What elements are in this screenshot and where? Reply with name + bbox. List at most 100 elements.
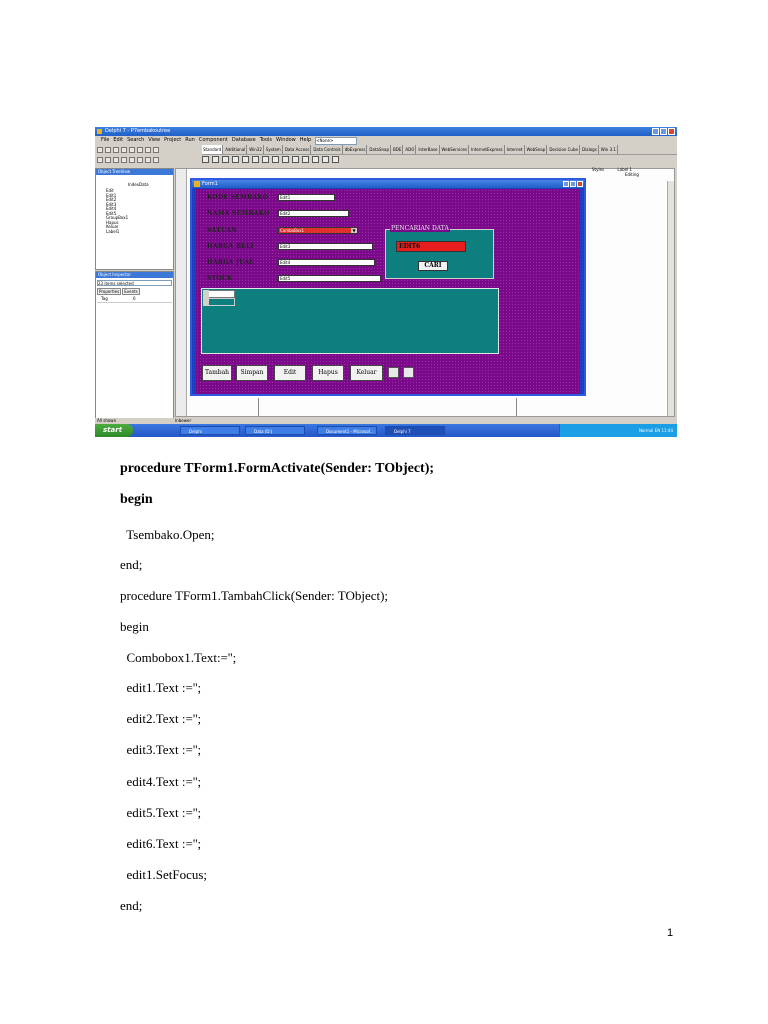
palette-tab[interactable]: DataSnap [368,145,392,154]
palette-tab[interactable]: InterBase [417,145,440,154]
save-all-icon[interactable] [121,147,127,153]
palette-tab[interactable]: WebSnap [526,145,548,154]
tab-properties[interactable]: Properties [97,288,122,295]
edit4-field[interactable]: Edit4 [278,259,375,266]
edit2-field[interactable]: Edit2 [278,210,349,217]
palette-tab[interactable]: WebServices [441,145,470,154]
tab-events[interactable]: Events [122,288,140,295]
trace-into-icon[interactable] [145,157,151,163]
edit6-field[interactable]: EDIT6 [396,241,466,252]
open-project-icon[interactable] [129,147,135,153]
bottom-tab[interactable]: Inbewer [175,418,191,423]
palette-tab[interactable]: Standard [202,145,224,154]
palette-tab[interactable]: BDE [392,145,404,154]
run-icon[interactable] [129,157,135,163]
taskbar-item[interactable]: Delphi [180,426,240,435]
form-maximize-button[interactable] [570,181,576,187]
palette-tab[interactable]: Data Controls [312,145,343,154]
button-icon[interactable] [272,156,279,163]
vertical-scrollbar[interactable] [667,181,674,421]
menu-window[interactable]: Window [276,136,296,145]
palette-tab[interactable]: Additional [224,145,248,154]
new-form-icon[interactable] [121,157,127,163]
maximize-button[interactable] [660,128,667,135]
palette-tab[interactable]: Win32 [248,145,264,154]
scrollbar-icon[interactable] [322,156,329,163]
listbox-icon[interactable] [302,156,309,163]
hapus-button[interactable]: Hapus [312,365,344,381]
help-icon[interactable] [153,147,159,153]
label-satuan: SATUAN [207,227,238,234]
open-icon[interactable] [105,147,111,153]
chevron-down-icon[interactable]: ▼ [351,228,357,233]
simpan-button[interactable]: Simpan [236,365,268,381]
close-button[interactable] [668,128,675,135]
palette-tab[interactable]: InternetExpress [470,145,505,154]
memo-icon[interactable] [262,156,269,163]
palette-tab[interactable]: Decision Cube [548,145,580,154]
popupmenu-icon[interactable] [232,156,239,163]
radiobutton-icon[interactable] [292,156,299,163]
palette-tab[interactable]: Internet [506,145,525,154]
menu-component[interactable]: Component [199,136,228,145]
tree-item[interactable]: Label1 [106,229,128,235]
palette-tab[interactable]: ADO [404,145,417,154]
table-component-icon[interactable] [388,367,399,378]
cari-button[interactable]: CARI [418,261,448,271]
datasource-component-icon[interactable] [403,367,414,378]
view-form-icon[interactable] [105,157,111,163]
palette-tab[interactable]: Win 3.1 [600,145,618,154]
form-close-button[interactable] [577,181,583,187]
edit1-field[interactable]: Edit1 [278,194,335,201]
taskbar-item[interactable]: Data (D:) [245,426,305,435]
menu-view[interactable]: View [148,136,160,145]
new-icon[interactable] [97,147,103,153]
taskbar-item[interactable]: Document1 - Microsof... [317,426,377,435]
styles-dropdown[interactable]: Styles [592,167,604,172]
property-value[interactable]: 0 [133,296,136,301]
edit-button[interactable]: Edit [274,365,306,381]
remove-file-icon[interactable] [145,147,151,153]
menu-run[interactable]: Run [185,136,195,145]
menu-edit[interactable]: Edit [113,136,123,145]
combobox1[interactable]: ComboBox1 ▼ [278,227,358,234]
menu-help[interactable]: Help [300,136,311,145]
palette-tab[interactable]: Dialogs [581,145,599,154]
form-minimize-button[interactable] [563,181,569,187]
palette-tab[interactable]: Data Access [284,145,312,154]
add-file-icon[interactable] [137,147,143,153]
step-over-icon[interactable] [153,157,159,163]
label-icon[interactable] [242,156,249,163]
start-button[interactable]: start [95,424,133,437]
edit3-field[interactable]: Edit3 [278,243,373,250]
toggle-icon[interactable] [113,157,119,163]
component-palette [202,155,339,165]
menu-tools[interactable]: Tools [260,136,272,145]
minimize-button[interactable] [652,128,659,135]
desktop-combo[interactable]: <None> [315,137,358,145]
tree-root[interactable]: IndexData [128,182,149,187]
menu-search[interactable]: Search [127,136,144,145]
property-row[interactable]: Tag 0 [97,296,172,303]
groupbox-icon[interactable] [332,156,339,163]
menu-database[interactable]: Database [232,136,256,145]
tambah-button[interactable]: Tambah [202,365,232,381]
menu-file[interactable]: File [101,136,109,145]
pointer-icon[interactable] [202,156,209,163]
taskbar-item[interactable]: Delphi 7 [385,426,445,435]
edit-icon[interactable] [252,156,259,163]
inspector-selection-combo[interactable]: 23 items selected [97,280,172,286]
checkbox-icon[interactable] [282,156,289,163]
save-icon[interactable] [113,147,119,153]
dbgrid[interactable] [201,288,499,354]
view-unit-icon[interactable] [97,157,103,163]
keluar-button[interactable]: Keluar [350,365,383,381]
mainmenu-icon[interactable] [222,156,229,163]
edit5-field[interactable]: Edit5 [278,275,381,282]
frame-icon[interactable] [212,156,219,163]
pause-icon[interactable] [137,157,143,163]
palette-tab[interactable]: System [265,145,283,154]
combobox-icon[interactable] [312,156,319,163]
menu-project[interactable]: Project [164,136,181,145]
palette-tab[interactable]: dbExpress [344,145,368,154]
